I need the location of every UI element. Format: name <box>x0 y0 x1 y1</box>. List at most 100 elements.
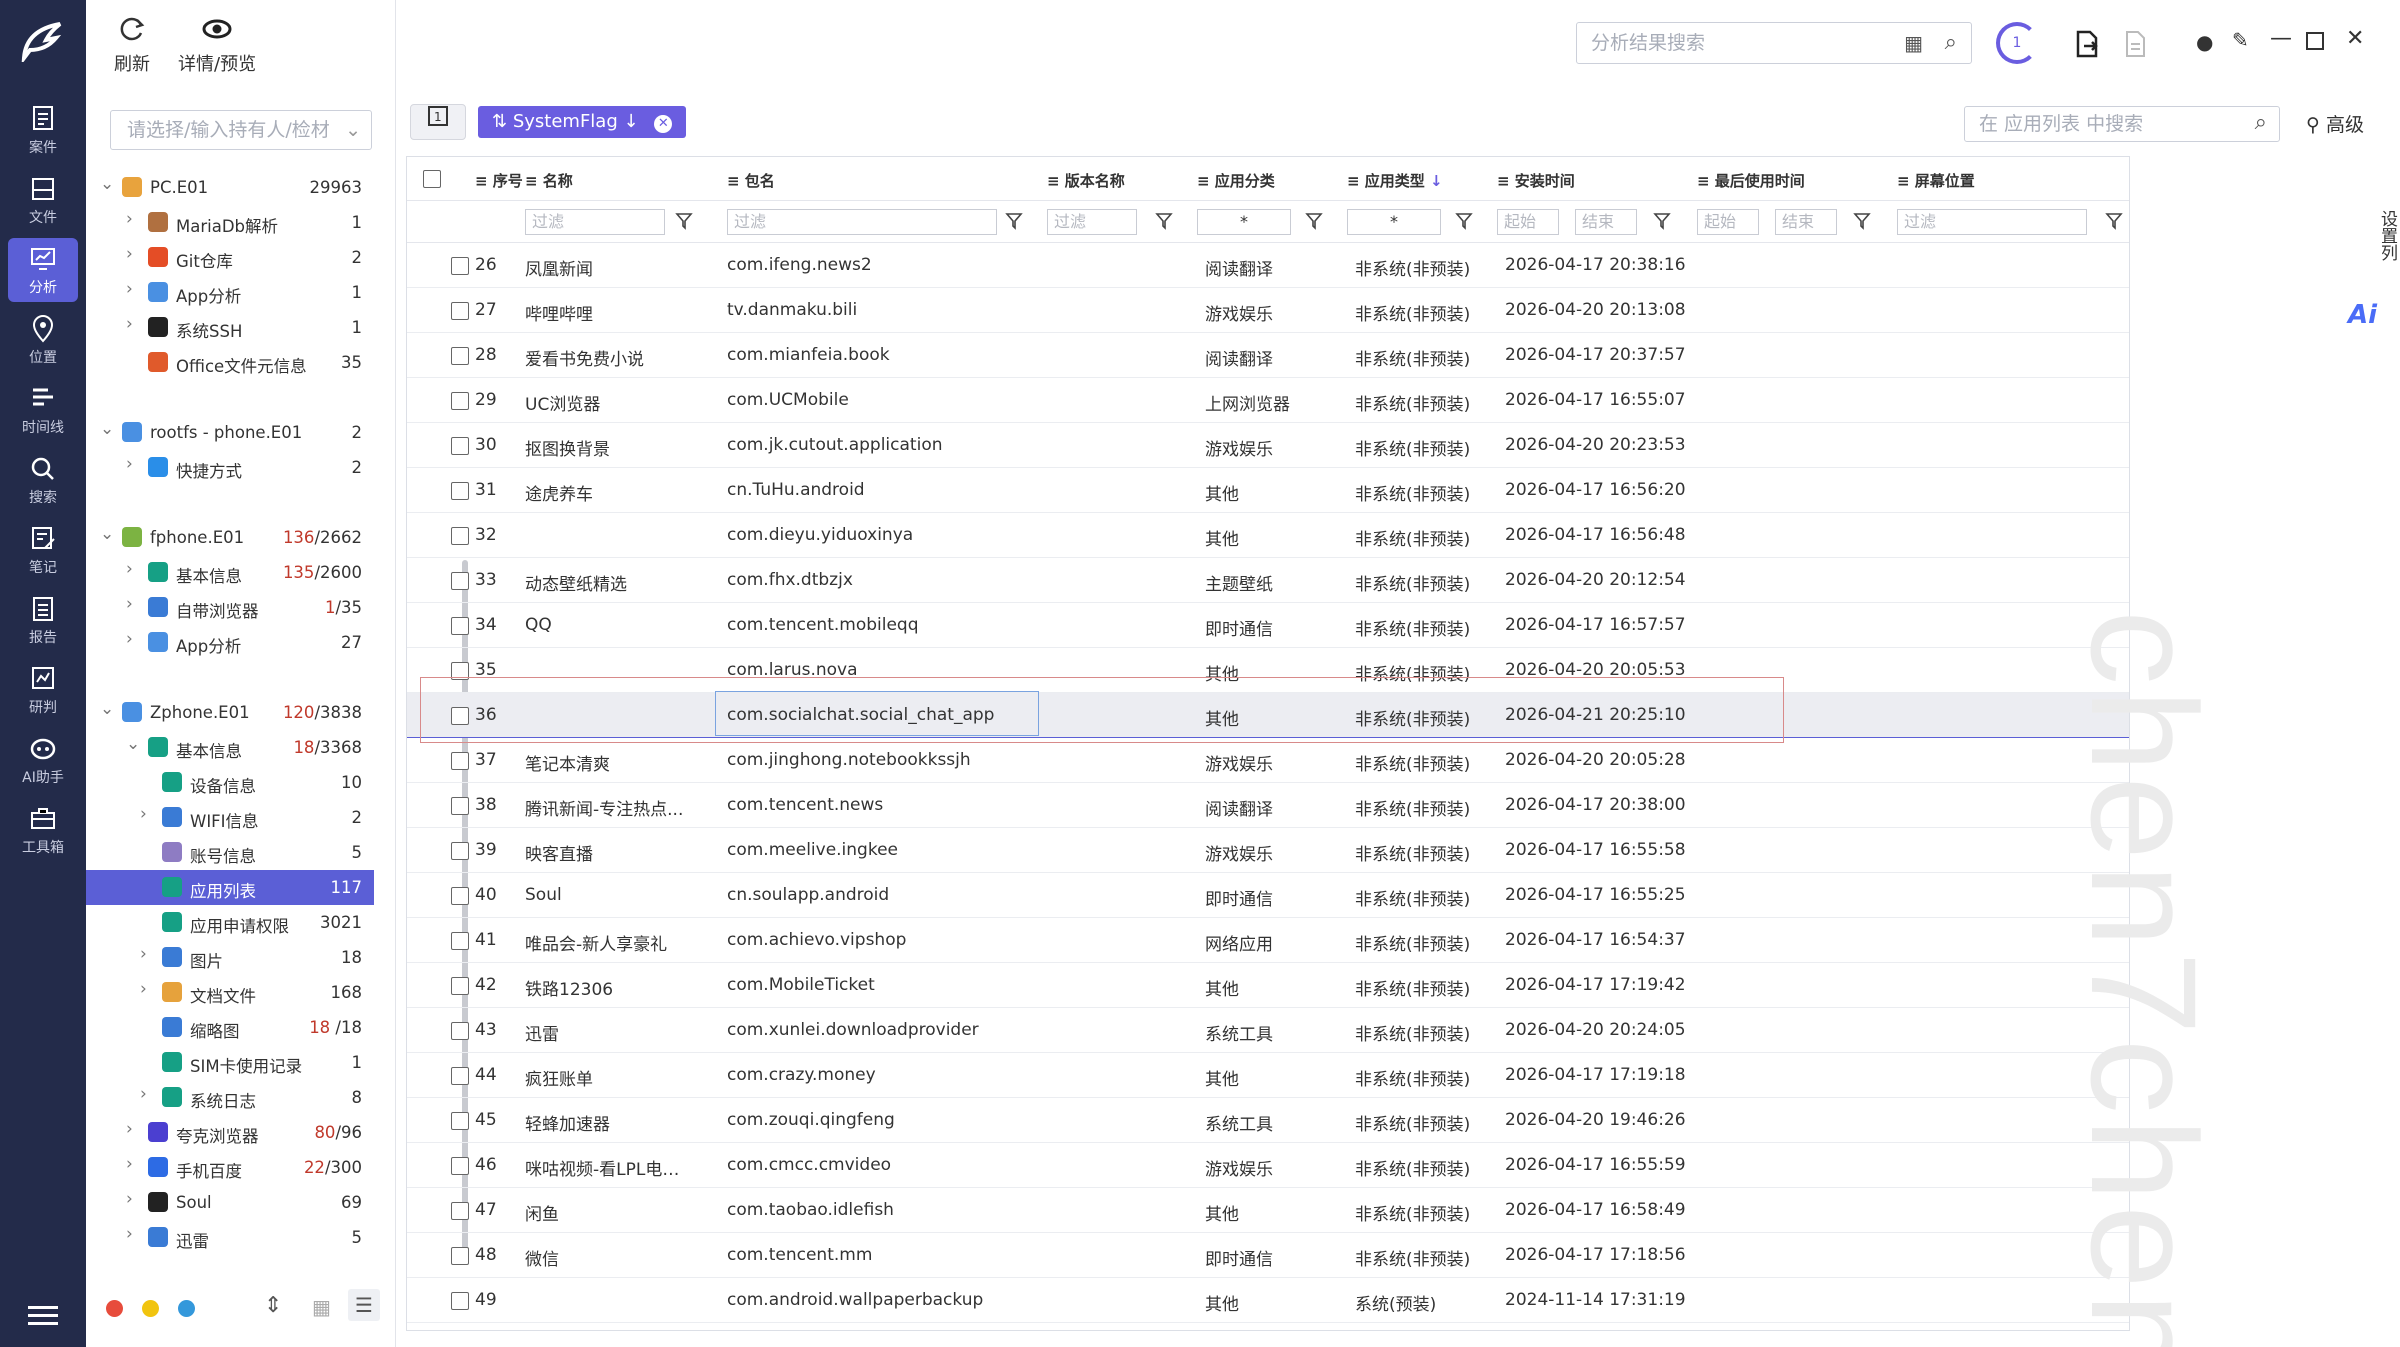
table-row[interactable]: 33 动态壁纸精选 com.fhx.dtbzjx 主题壁纸 非系统(非预装) 2026-0… <box>407 558 2129 603</box>
table-row[interactable]: 29 UC浏览器 com.UCMobile 上网浏览器 非系统(非预装) 2026-04-… <box>407 378 2129 423</box>
report-doc-icon[interactable] <box>2122 30 2148 62</box>
column-menu-icon[interactable]: ≡ <box>1697 172 1715 190</box>
tree-node[interactable]: 应用申请权限 3021 <box>86 905 374 940</box>
column-filter-input[interactable]: 起始 <box>1497 209 1559 235</box>
chevron-right-icon[interactable]: › <box>126 454 133 474</box>
tree-node[interactable]: › 手机百度 22/300 <box>86 1150 374 1185</box>
chevron-right-icon[interactable]: › <box>126 1154 133 1174</box>
nav-item-location[interactable]: 位置 <box>8 308 78 372</box>
column-filter-input[interactable]: * <box>1347 209 1441 235</box>
table-row[interactable]: 27 哔哩哔哩 tv.danmaku.bili 游戏娱乐 非系统(非预装) 2026-04… <box>407 288 2129 333</box>
tree-node[interactable]: › 系统SSH 1 <box>86 310 374 345</box>
nav-item-report[interactable]: 报告 <box>8 588 78 652</box>
chevron-down-icon[interactable]: ⌄ <box>100 419 114 439</box>
column-header-name[interactable]: ≡ 名称 <box>525 170 573 191</box>
preview-button[interactable]: 详情/预览 <box>178 14 256 76</box>
row-checkbox[interactable] <box>451 257 469 275</box>
tree-node[interactable]: Office文件元信息 35 <box>86 345 374 380</box>
page-button[interactable]: 1 <box>410 104 466 140</box>
table-row[interactable]: 39 映客直播 com.meelive.ingkee 游戏娱乐 非系统(非预装) 2026… <box>407 828 2129 873</box>
column-menu-icon[interactable]: ≡ <box>1347 172 1365 190</box>
collapse-icon[interactable]: ⇕ <box>264 1293 282 1318</box>
filter-icon[interactable] <box>1305 212 1323 230</box>
filter-icon[interactable] <box>2105 212 2123 230</box>
filter-icon[interactable] <box>1653 212 1671 230</box>
tree-node[interactable]: › App分析 27 <box>86 625 374 660</box>
column-filter-input[interactable]: 结束 <box>1775 209 1837 235</box>
user-icon[interactable]: ● <box>2196 30 2213 54</box>
row-checkbox[interactable] <box>451 392 469 410</box>
table-row[interactable]: 49 com.android.wallpaperbackup 其他 系统(预装) 202… <box>407 1278 2129 1323</box>
chevron-right-icon[interactable]: › <box>126 314 133 334</box>
filter-icon[interactable] <box>1853 212 1871 230</box>
tree-node[interactable]: › App分析 1 <box>86 275 374 310</box>
tree-node[interactable]: 账号信息 5 <box>86 835 374 870</box>
table-row[interactable]: 45 轻蜂加速器 com.zouqi.qingfeng 系统工具 非系统(非预装) 202… <box>407 1098 2129 1143</box>
chevron-right-icon[interactable]: › <box>140 804 147 824</box>
column-filter-input[interactable]: 过滤 <box>525 209 665 235</box>
chevron-right-icon[interactable]: › <box>126 1189 133 1209</box>
column-menu-icon[interactable]: ≡ <box>1197 172 1215 190</box>
minimize-icon[interactable]: — <box>2270 26 2292 51</box>
chevron-right-icon[interactable]: › <box>126 1224 133 1244</box>
column-header-ver[interactable]: ≡ 版本名称 <box>1047 170 1125 191</box>
column-menu-icon[interactable]: ≡ <box>475 172 493 190</box>
column-header-type[interactable]: ≡ 应用类型 ↓ <box>1347 170 1443 191</box>
table-row[interactable]: 43 迅雷 com.xunlei.downloadprovider 系统工具 非系统(非… <box>407 1008 2129 1053</box>
chevron-right-icon[interactable]: › <box>126 1119 133 1139</box>
table-row[interactable]: 38 腾讯新闻-专注热点... com.tencent.news 阅读翻译 非系统(非预… <box>407 783 2129 828</box>
column-header-cat[interactable]: ≡ 应用分类 <box>1197 170 1275 191</box>
row-checkbox[interactable] <box>451 797 469 815</box>
row-checkbox[interactable] <box>451 617 469 635</box>
nav-item-ai-assistant[interactable]: AI助手 <box>8 728 78 792</box>
analysis-search-input[interactable]: 分析结果搜索 ▦ ⌕ <box>1576 22 1972 64</box>
tree-node[interactable]: ⌄ rootfs - phone.E01 2 <box>86 415 374 450</box>
tree-node[interactable]: › MariaDb解析 1 <box>86 205 374 240</box>
sort-down-icon[interactable]: ↓ <box>1425 172 1443 190</box>
grid-view-icon[interactable]: ▦ <box>312 1295 331 1319</box>
tree-node[interactable]: ⌄ fphone.E01 136/2662 <box>86 520 374 555</box>
column-menu-icon[interactable]: ≡ <box>525 172 543 190</box>
menu-icon[interactable] <box>24 1300 62 1334</box>
ai-icon[interactable]: Ai <box>2348 300 2394 340</box>
column-filter-input[interactable]: 结束 <box>1575 209 1637 235</box>
column-filter-input[interactable]: 过滤 <box>727 209 997 235</box>
table-row[interactable]: 48 微信 com.tencent.mm 即时通信 非系统(非预装) 2026-04-17… <box>407 1233 2129 1278</box>
tree-node[interactable]: 应用列表 117 <box>86 870 374 905</box>
row-checkbox[interactable] <box>451 887 469 905</box>
list-view-icon[interactable]: ☰ <box>348 1289 380 1321</box>
column-header-pkg[interactable]: ≡ 包名 <box>727 170 775 191</box>
filter-icon[interactable] <box>1455 212 1473 230</box>
column-menu-icon[interactable]: ≡ <box>1897 172 1915 190</box>
tree-node[interactable]: › 迅雷 5 <box>86 1220 374 1255</box>
nav-item-toolbox[interactable]: 工具箱 <box>8 798 78 862</box>
column-menu-icon[interactable]: ≡ <box>1497 172 1515 190</box>
systemflag-tag[interactable]: ⇅ SystemFlag ↓ ✕ <box>478 106 687 138</box>
row-checkbox[interactable] <box>451 482 469 500</box>
row-checkbox[interactable] <box>451 1247 469 1265</box>
settings-columns-button[interactable]: 设置列 <box>2360 180 2400 290</box>
search-icon[interactable]: ⌕ <box>2255 106 2267 140</box>
filter-icon[interactable] <box>1005 212 1023 230</box>
list-search-input[interactable]: 在 应用列表 中搜索 ⌕ <box>1964 106 2280 142</box>
chevron-down-icon[interactable]: ⌄ <box>126 734 140 754</box>
table-row[interactable]: 44 疯狂账单 com.crazy.money 其他 非系统(非预装) 2026-04-1… <box>407 1053 2129 1098</box>
refresh-button[interactable]: 刷新 <box>114 14 150 76</box>
chevron-right-icon[interactable]: › <box>140 979 147 999</box>
row-checkbox[interactable] <box>451 1067 469 1085</box>
row-checkbox[interactable] <box>451 1202 469 1220</box>
maximize-icon[interactable] <box>2306 32 2324 54</box>
column-header-last[interactable]: ≡ 最后使用时间 <box>1697 170 1805 191</box>
tree-node[interactable]: ⌄ Zphone.E01 120/3838 <box>86 695 374 730</box>
row-checkbox[interactable] <box>451 527 469 545</box>
pin-icon[interactable]: ✎ <box>2232 28 2249 52</box>
close-icon[interactable]: ✕ <box>2346 26 2364 51</box>
chevron-right-icon[interactable]: › <box>126 209 133 229</box>
filter-icon[interactable] <box>675 212 693 230</box>
table-row[interactable]: 26 凤凰新闻 com.ifeng.news2 阅读翻译 非系统(非预装) 2026-04… <box>407 243 2129 288</box>
export-icon[interactable] <box>2072 30 2100 62</box>
row-checkbox[interactable] <box>451 1157 469 1175</box>
search-icon[interactable]: ⌕ <box>1945 23 1957 63</box>
chevron-down-icon[interactable]: ⌄ <box>100 174 114 194</box>
nav-item-timeline[interactable]: 时间线 <box>8 378 78 442</box>
